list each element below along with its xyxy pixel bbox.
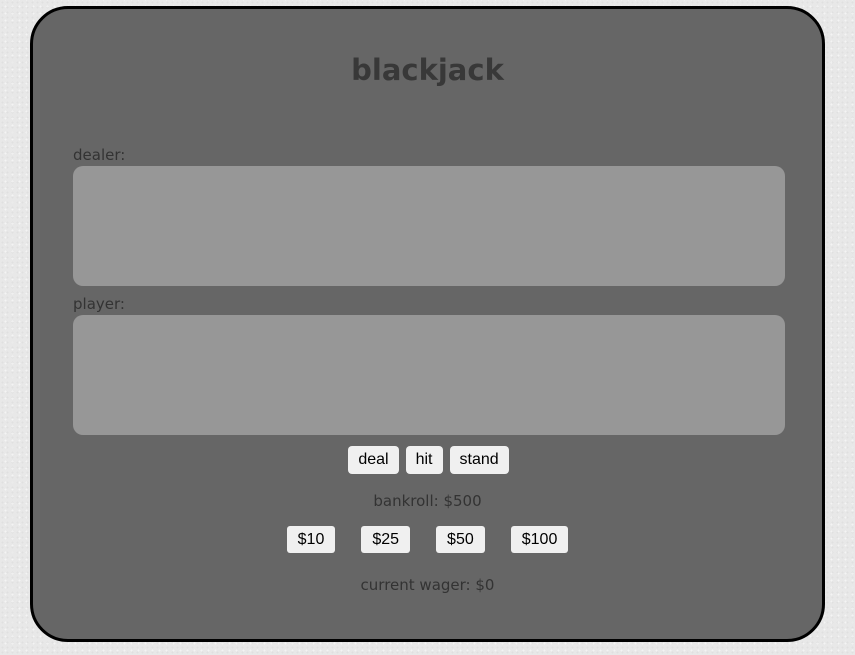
- wager-100-button[interactable]: $100: [510, 526, 569, 553]
- bankroll-display: bankroll: $500: [373, 492, 482, 510]
- wager-25-button[interactable]: $25: [361, 526, 411, 553]
- dealer-label: dealer:: [73, 146, 126, 164]
- game-table: blackjack dealer: player: deal hit stand…: [30, 6, 825, 642]
- game-title: blackjack: [351, 53, 504, 87]
- wager-10-button[interactable]: $10: [286, 526, 336, 553]
- current-wager-display: current wager: $0: [360, 576, 495, 594]
- player-hand-area: [73, 315, 785, 435]
- wager-50-button[interactable]: $50: [436, 526, 485, 553]
- deal-button[interactable]: deal: [348, 446, 399, 474]
- stand-button[interactable]: stand: [449, 446, 509, 474]
- hit-button[interactable]: hit: [405, 446, 443, 474]
- action-buttons: deal hit stand: [33, 446, 822, 474]
- dealer-hand-area: [73, 166, 785, 286]
- wager-buttons: $10 $25 $50 $100: [33, 526, 822, 553]
- player-label: player:: [73, 295, 125, 313]
